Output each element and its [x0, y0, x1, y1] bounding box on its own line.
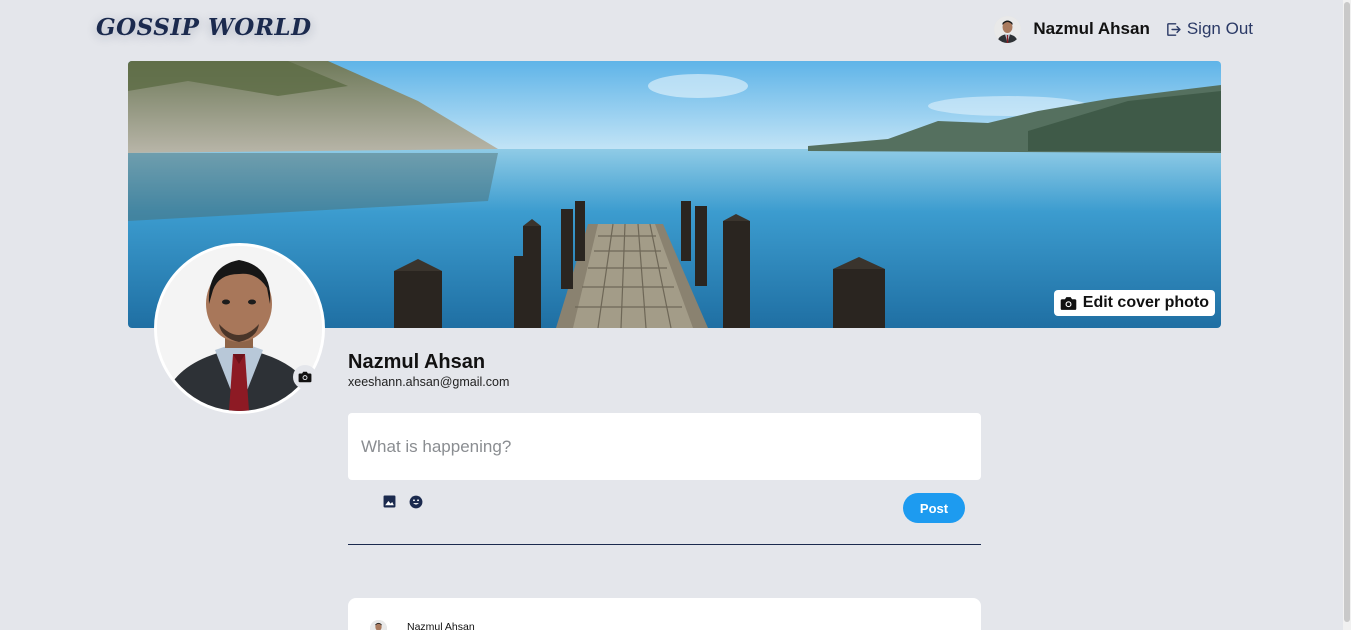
camera-icon [1060, 296, 1077, 310]
camera-icon [298, 371, 312, 383]
image-icon[interactable] [383, 495, 396, 508]
post-author-name[interactable]: Nazmul Ahsan [407, 621, 475, 630]
profile-email: xeeshann.ahsan@gmail.com [348, 375, 510, 389]
post-author-avatar[interactable] [370, 620, 387, 630]
scrollbar-thumb[interactable] [1344, 2, 1350, 622]
signout-label: Sign Out [1186, 19, 1253, 38]
header-user-menu: Nazmul Ahsan Sign Out [994, 15, 1253, 43]
profile-avatar[interactable] [154, 243, 325, 414]
edit-cover-button[interactable]: Edit cover photo [1053, 290, 1215, 316]
site-logo[interactable]: GOSSIP WORLD [96, 14, 312, 41]
post-composer-input[interactable] [348, 413, 981, 480]
post-card: Nazmul Ahsan [348, 598, 981, 630]
page-scrollbar[interactable] [1343, 0, 1351, 630]
header-user-name[interactable]: Nazmul Ahsan [1033, 19, 1150, 39]
emoji-icon[interactable] [409, 495, 423, 509]
profile-name: Nazmul Ahsan [348, 351, 486, 373]
signout-icon [1166, 22, 1181, 36]
signout-button[interactable]: Sign Out [1165, 19, 1253, 39]
composer-divider [348, 544, 981, 545]
change-profile-photo-button[interactable] [293, 365, 317, 389]
post-button[interactable]: Post [903, 493, 965, 523]
edit-cover-label: Edit cover photo [1082, 294, 1209, 311]
header-avatar[interactable] [994, 15, 1022, 43]
